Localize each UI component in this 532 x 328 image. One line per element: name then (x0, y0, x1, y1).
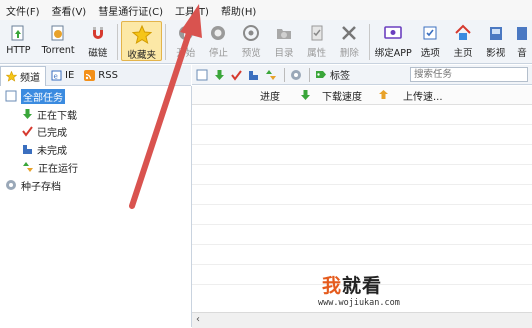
table-row (192, 105, 532, 125)
menu-tools[interactable]: 工具(T) (169, 3, 215, 18)
home-button[interactable]: 主页 (447, 20, 480, 62)
archive-icon[interactable] (290, 69, 302, 81)
delete-icon (339, 23, 359, 43)
main-toolbar: HTTP Torrent 磁链 收藏夹 开始 停止 预览 目录 属性 删除 绑定… (0, 20, 532, 64)
tab-ie[interactable]: e IE (46, 66, 79, 84)
toolbar-separator (368, 24, 370, 60)
folder-button[interactable]: 目录 (268, 20, 301, 62)
stop-button[interactable]: 停止 (202, 20, 235, 62)
stop-icon (208, 23, 228, 43)
properties-icon (307, 23, 327, 43)
delete-button[interactable]: 删除 (333, 20, 366, 62)
watermark: 我就看 www.wojiukan.com (318, 271, 442, 313)
table-row (192, 165, 532, 185)
tree-item-downloading[interactable]: 正在下载 (22, 106, 77, 122)
menu-bar: 文件(F) 查看(V) 彗星通行证(C) 工具(T) 帮助(H) (0, 0, 532, 21)
table-row (192, 205, 532, 225)
tab-rss[interactable]: RSS (79, 66, 123, 84)
table-row (192, 225, 532, 245)
toolbar-separator (309, 67, 310, 82)
running-icon (22, 161, 34, 173)
menu-help[interactable]: 帮助(H) (215, 3, 262, 18)
new-task-icon[interactable] (196, 69, 208, 81)
preview-icon (241, 23, 261, 43)
menu-file[interactable]: 文件(F) (0, 3, 46, 18)
tree-item-running[interactable]: 正在运行 (22, 159, 78, 175)
add-torrent-icon (48, 23, 68, 43)
options-icon (420, 23, 440, 43)
left-panel-tabs: 频道 e IE RSS (0, 65, 191, 86)
music-button[interactable]: 音 (512, 20, 532, 62)
toolbar-separator (284, 67, 285, 82)
download-arrow-icon[interactable] (214, 69, 225, 81)
watermark-brand-a: 我 (322, 275, 343, 297)
watermark-url: www.wojiukan.com (318, 298, 400, 308)
incomplete-icon (22, 143, 33, 155)
add-http-icon (8, 23, 28, 43)
task-tree: 全部任务 正在下载 已完成 未完成 正在运行 种子存档 (0, 86, 192, 327)
checkmark-icon (22, 125, 33, 137)
magnet-icon (88, 23, 108, 43)
star-icon (131, 25, 152, 45)
watermark-brand-b: 就看 (342, 275, 383, 297)
home-icon (453, 23, 473, 43)
options-button[interactable]: 选项 (414, 20, 447, 62)
favorites-button[interactable]: 收藏夹 (121, 21, 163, 61)
download-arrow-icon (300, 89, 311, 104)
video-icon (486, 23, 506, 43)
download-arrow-icon (22, 108, 33, 120)
toolbar-separator (165, 24, 167, 60)
properties-button[interactable]: 属性 (300, 20, 333, 62)
toolbar-separator (117, 24, 119, 60)
table-row (192, 145, 532, 165)
tree-item-all-tasks[interactable]: 全部任务 (5, 88, 65, 104)
ie-icon: e (51, 70, 62, 81)
search-tasks-input[interactable] (410, 67, 528, 82)
task-list-header: 进度 下载速度 上传速... (192, 86, 532, 105)
preview-button[interactable]: 预览 (235, 20, 268, 62)
video-button[interactable]: 影视 (479, 20, 512, 62)
menu-view[interactable]: 查看(V) (46, 3, 93, 18)
svg-text:e: e (54, 72, 58, 80)
rss-icon (84, 69, 96, 81)
tree-item-incomplete[interactable]: 未完成 (22, 141, 67, 157)
running-icon[interactable] (265, 69, 277, 81)
menu-comet-pass[interactable]: 彗星通行证(C) (92, 3, 169, 18)
scroll-left-icon[interactable]: ‹ (196, 314, 200, 325)
magnet-button[interactable]: 磁链 (81, 20, 114, 62)
archive-icon (5, 179, 17, 191)
start-button[interactable]: 开始 (169, 20, 202, 62)
tree-item-torrent-archive[interactable]: 种子存档 (5, 177, 61, 193)
add-http-button[interactable]: HTTP (2, 20, 35, 62)
upload-icon (378, 89, 389, 104)
table-row (192, 245, 532, 265)
column-progress[interactable]: 进度 (260, 88, 280, 103)
table-row (192, 125, 532, 145)
music-icon (512, 23, 532, 43)
incomplete-icon[interactable] (248, 69, 259, 81)
tree-item-completed[interactable]: 已完成 (22, 123, 67, 139)
bind-app-icon (383, 23, 403, 43)
checkmark-icon[interactable] (231, 69, 242, 81)
play-icon (176, 23, 196, 43)
tag-icon (315, 69, 327, 80)
star-icon (6, 70, 17, 82)
column-upload-speed[interactable]: 上传速... (403, 88, 443, 103)
tab-channels[interactable]: 频道 (0, 65, 46, 86)
bind-app-button[interactable]: 绑定APP (373, 20, 414, 62)
tag-button[interactable]: 标签 (315, 67, 350, 82)
table-row (192, 185, 532, 205)
folder-icon (274, 23, 294, 43)
add-torrent-button[interactable]: Torrent (35, 20, 82, 62)
column-download-speed[interactable]: 下载速度 (322, 88, 362, 103)
task-list-icon (5, 90, 17, 102)
horizontal-scrollbar[interactable]: ‹ (192, 312, 532, 328)
